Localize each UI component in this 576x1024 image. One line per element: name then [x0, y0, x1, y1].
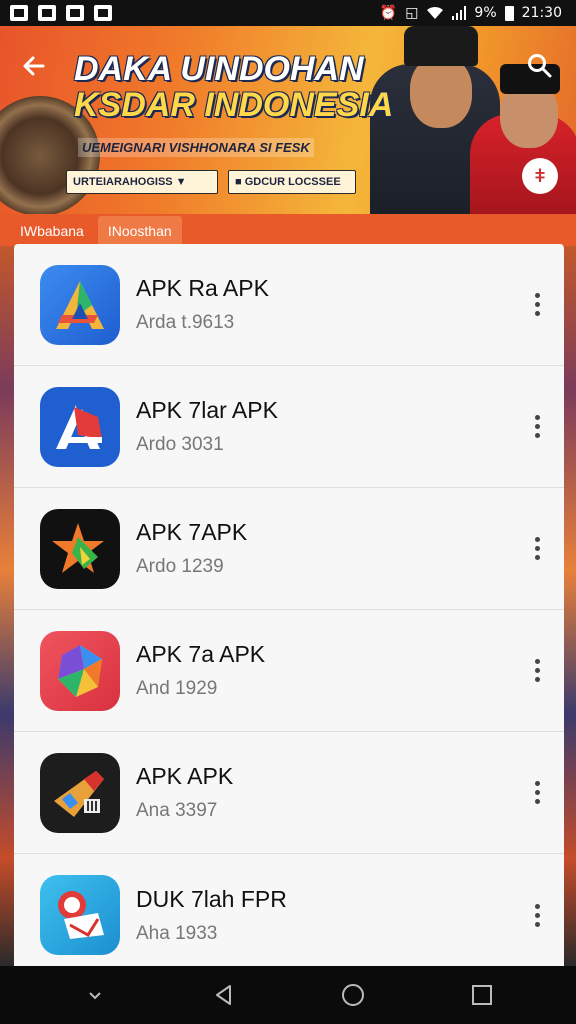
app-name: APK 7lar APK [136, 397, 278, 423]
signal-icon [452, 6, 467, 20]
badge-icon [40, 875, 120, 955]
app-name: APK 7a APK [136, 641, 266, 667]
more-options-button[interactable] [522, 407, 552, 447]
medal-icon: ǂ [522, 158, 558, 194]
hide-keyboard-button[interactable] [75, 975, 115, 1015]
recents-button[interactable] [462, 975, 502, 1015]
notification-icon [10, 5, 28, 21]
battery-icon [504, 5, 514, 21]
banner-chip: ■ GDCUR LOCSSEE [228, 170, 356, 194]
app-list: APK Ra APK Arda t.9613 APK 7lar APK Ardo… [14, 244, 564, 966]
banner-title: DAKA UINDOHAN KSDAR INDONESIA [74, 52, 393, 122]
app-subtitle: Ana 3397 [136, 800, 218, 821]
banner-chip: URTEIARAHOGISS ▼ [66, 170, 218, 194]
search-button[interactable] [518, 44, 562, 88]
list-item[interactable]: APK APK Ana 3397 [14, 732, 564, 854]
backdrop-left [0, 246, 14, 966]
banner-title-line2: KSDAR INDONESIA [74, 86, 394, 124]
photo-icon [94, 5, 112, 21]
triangle-back-icon [215, 985, 231, 1005]
apk-a-red-icon [40, 386, 120, 467]
banner-title-line1: DAKA UINDOHAN [74, 50, 364, 88]
more-options-button[interactable] [522, 773, 552, 813]
list-item[interactable]: APK Ra APK Arda t.9613 [14, 244, 564, 366]
more-options-button[interactable] [522, 285, 552, 325]
apk-a-icon [40, 264, 120, 345]
app-name: APK 7APK [136, 519, 248, 545]
app-subtitle: Ardo 3031 [136, 434, 224, 455]
chevron-down-icon [88, 992, 101, 1000]
gallery-icon [38, 5, 56, 21]
status-bar: ⏰ ◱ 9% 21:30 [0, 0, 576, 26]
arrow-left-icon [23, 56, 45, 76]
person-head [410, 56, 472, 128]
list-item[interactable]: APK 7lar APK Ardo 3031 [14, 366, 564, 488]
app-subtitle: Arda t.9613 [136, 312, 235, 333]
backdrop-right [564, 246, 576, 966]
app-name: APK Ra APK [136, 275, 269, 301]
tab-strip: IWbabana INoosthan [0, 214, 576, 246]
home-button[interactable] [333, 975, 373, 1015]
list-item[interactable]: APK 7APK Ardo 1239 [14, 488, 564, 610]
app-name: DUK 7lah FPR [136, 885, 287, 912]
app-name: APK APK [136, 763, 234, 789]
square-recents-icon [471, 985, 492, 1005]
more-options-button[interactable] [522, 651, 552, 691]
battery-percent: 9% [474, 5, 497, 21]
app-subtitle: Aha 1933 [136, 922, 218, 944]
back-button[interactable] [12, 44, 56, 88]
star-icon [40, 508, 120, 589]
list-item[interactable]: APK 7a APK And 1929 [14, 610, 564, 732]
cap-icon [404, 26, 478, 66]
system-status: ⏰ ◱ 9% 21:30 [380, 5, 562, 21]
notification-icons [10, 5, 112, 21]
tab-wbabana[interactable]: IWbabana [10, 216, 94, 246]
vibrate-icon: ◱ [405, 5, 419, 21]
banner-subtitle: UEMEIGNARI VISHHONARA SI FESK [78, 138, 314, 157]
app-subtitle: And 1929 [136, 678, 218, 699]
header-banner: DAKA UINDOHAN KSDAR INDONESIA UEMEIGNARI… [0, 26, 576, 214]
tab-noosthan[interactable]: INoosthan [97, 216, 182, 246]
clock: 21:30 [521, 5, 562, 21]
more-options-button[interactable] [522, 895, 552, 935]
more-options-button[interactable] [522, 529, 552, 569]
back-nav-button[interactable] [204, 975, 244, 1015]
cube-icon [40, 630, 120, 711]
navigation-bar [0, 966, 576, 1024]
list-item[interactable]: DUK 7lah FPR Aha 1933 [14, 854, 564, 966]
app-subtitle: Ardo 1239 [136, 556, 224, 577]
alarm-icon: ⏰ [379, 5, 398, 21]
search-icon [528, 54, 552, 78]
circle-home-icon [341, 984, 364, 1006]
image-icon [66, 5, 84, 21]
rocket-icon [40, 752, 120, 833]
wifi-icon [427, 6, 444, 19]
